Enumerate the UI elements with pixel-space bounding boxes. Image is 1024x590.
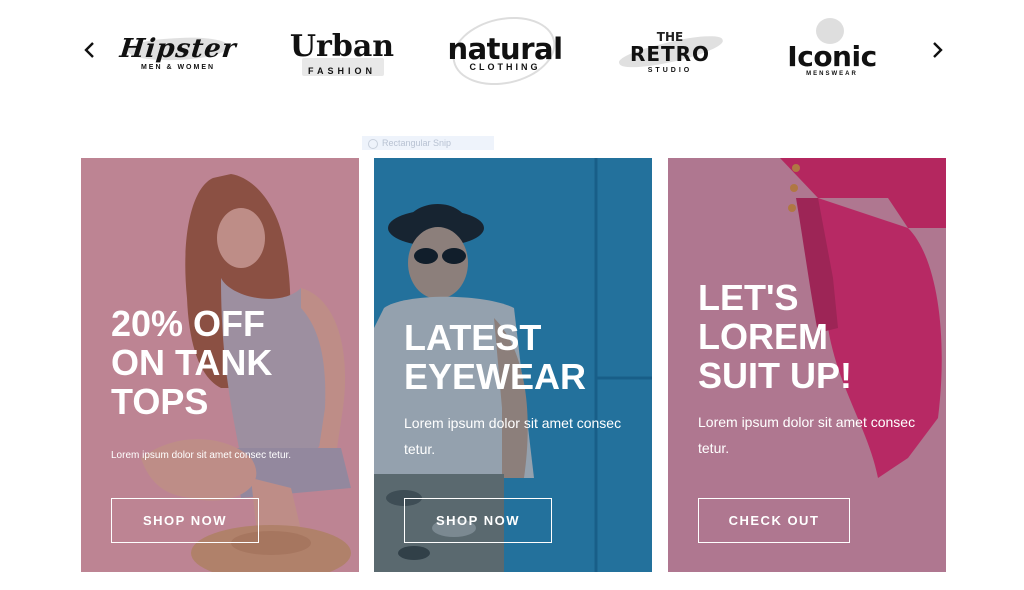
brand-tagline: FASHION (307, 65, 376, 76)
snip-tool-label: Rectangular Snip (362, 136, 494, 150)
brand-tagline: CLOTHING (469, 62, 541, 72)
promo-text: LATEST EYEWEAR Lorem ipsum dolor sit ame… (404, 318, 624, 462)
brand-tagline: STUDIO (647, 66, 693, 74)
brand-name: RETRO (629, 41, 711, 66)
promo-headline: 20% OFF ON TANK TOPS (111, 303, 273, 422)
carousel-next-button[interactable] (925, 34, 949, 66)
promo-text: 20% OFF ON TANK TOPS Lorem ipsum dolor s… (111, 304, 351, 469)
promo-card-tank-tops[interactable]: 20% OFF ON TANK TOPS Lorem ipsum dolor s… (81, 158, 359, 572)
promo-headline: LATEST EYEWEAR (404, 317, 587, 397)
promo-text: LET'S LOREM SUIT UP! Lorem ipsum dolor s… (698, 278, 918, 461)
brand-tagline: MEN & WOMEN (140, 63, 216, 71)
chevron-right-icon (933, 42, 943, 58)
promo-card-eyewear[interactable]: LATEST EYEWEAR Lorem ipsum dolor sit ame… (374, 158, 652, 572)
brand-name-prefix: THE (656, 29, 684, 44)
promo-description: Lorem ipsum dolor sit amet consec tetur. (404, 415, 622, 457)
brand-logo-the-retro[interactable]: THE RETRO STUDIO (614, 14, 726, 90)
brand-name: natural (447, 32, 563, 66)
brand-name: Hipster (118, 33, 238, 64)
brand-logo-urban[interactable]: Urban FASHION (286, 14, 398, 90)
shop-now-button[interactable]: SHOP NOW (404, 498, 552, 543)
brand-name: Iconic (787, 39, 877, 73)
promo-description: Lorem ipsum dolor sit amet consec tetur. (698, 414, 916, 456)
carousel-prev-button[interactable] (78, 34, 102, 66)
brand-tagline: MENSWEAR (806, 70, 858, 77)
promo-card-suit-up[interactable]: LET'S LOREM SUIT UP! Lorem ipsum dolor s… (668, 158, 946, 572)
brand-logo-natural[interactable]: natural CLOTHING (444, 7, 566, 95)
check-out-button[interactable]: CHECK OUT (698, 498, 850, 543)
brand-logo-hipster[interactable]: Hipster MEN & WOMEN (118, 14, 238, 90)
promo-description: Lorem ipsum dolor sit amet consec tetur. (111, 450, 292, 461)
brand-name: Urban (289, 28, 395, 64)
shop-now-button[interactable]: SHOP NOW (111, 498, 259, 543)
promo-headline: LET'S LOREM SUIT UP! (698, 277, 853, 396)
brand-logo-iconic[interactable]: Iconic MENSWEAR (776, 14, 888, 90)
chevron-left-icon (84, 42, 94, 58)
